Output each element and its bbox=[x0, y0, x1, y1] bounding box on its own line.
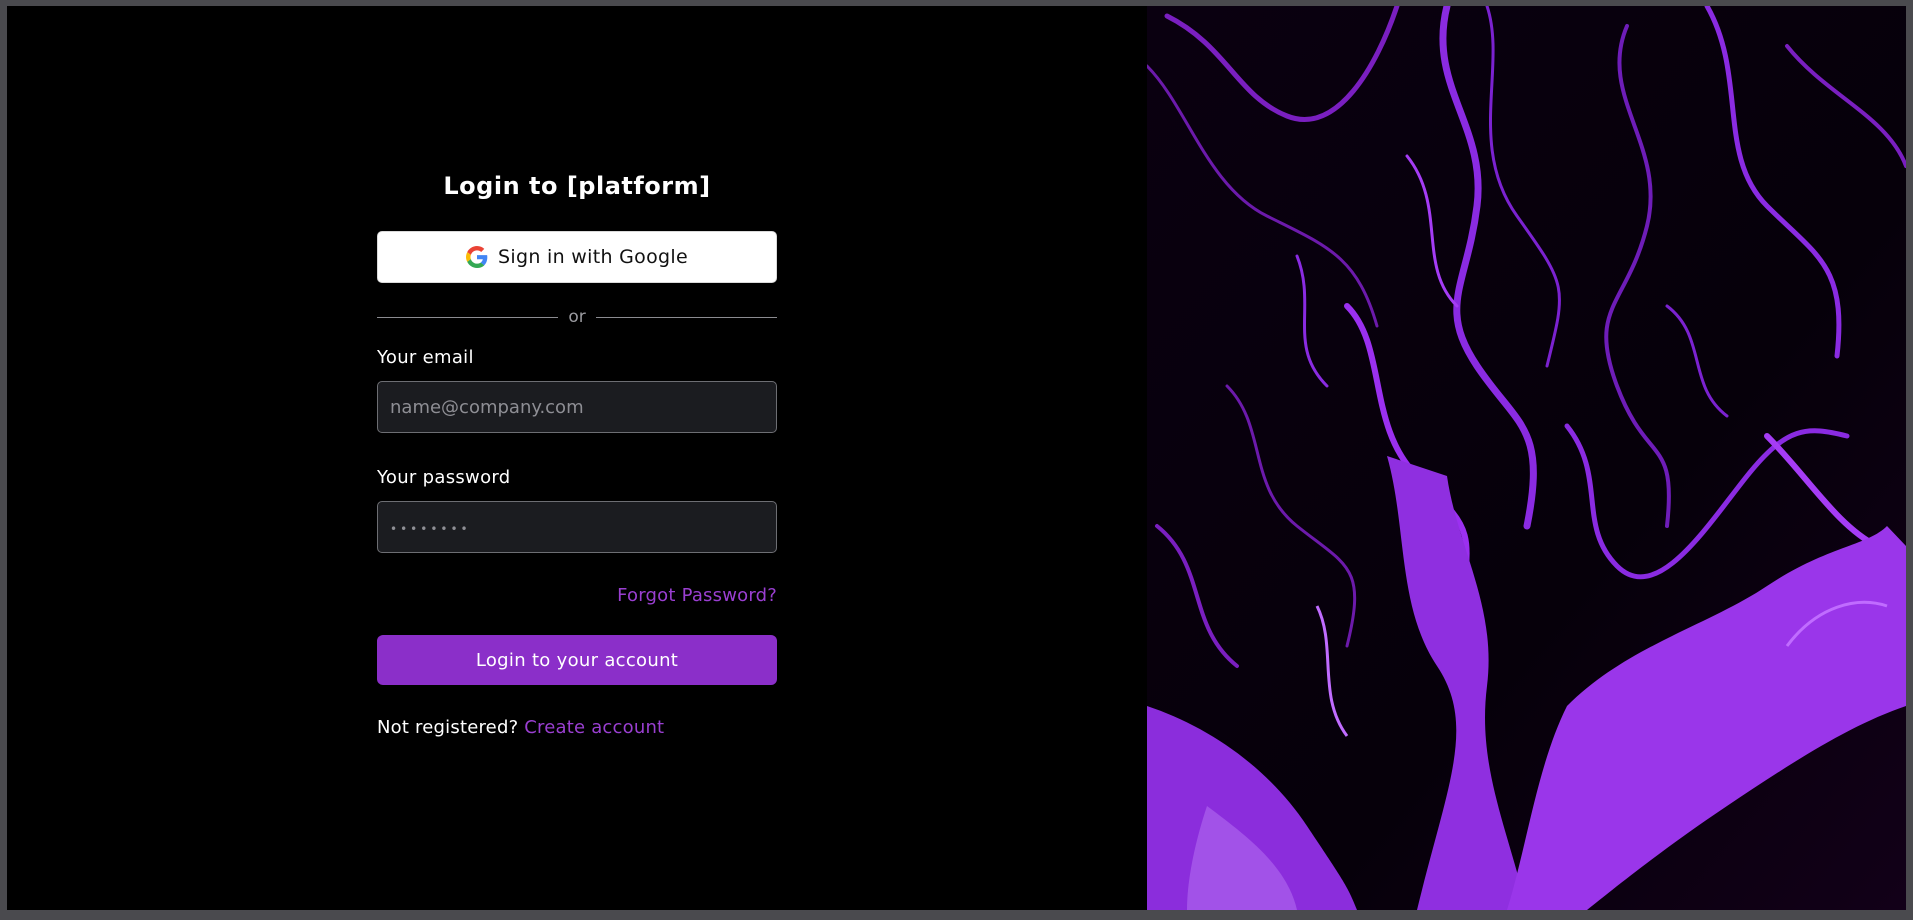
google-signin-label: Sign in with Google bbox=[498, 246, 688, 268]
login-button[interactable]: Login to your account bbox=[377, 635, 777, 685]
side-artwork-image bbox=[1147, 6, 1906, 910]
divider-line-left bbox=[377, 316, 559, 318]
password-label: Your password bbox=[377, 467, 511, 488]
purple-fluid-art bbox=[1147, 6, 1906, 910]
login-pane: Login to [platform] Sign in with Google … bbox=[7, 6, 1147, 910]
divider-text: or bbox=[568, 307, 586, 327]
login-form: Login to [platform] Sign in with Google … bbox=[377, 166, 778, 741]
app-window: Login to [platform] Sign in with Google … bbox=[7, 6, 1906, 910]
forgot-password-row: Forgot Password? bbox=[377, 583, 777, 609]
google-signin-button[interactable]: Sign in with Google bbox=[377, 231, 777, 283]
create-account-link[interactable]: Create account bbox=[524, 717, 664, 738]
google-g-icon bbox=[466, 246, 488, 268]
register-prompt: Not registered? bbox=[377, 717, 519, 738]
password-field[interactable] bbox=[377, 501, 777, 553]
email-label: Your email bbox=[377, 347, 474, 368]
page-title: Login to [platform] bbox=[443, 172, 711, 200]
or-divider: or bbox=[377, 305, 778, 329]
divider-line-right bbox=[595, 316, 778, 318]
register-row: Not registered? Create account bbox=[377, 715, 777, 741]
email-field[interactable] bbox=[377, 381, 777, 433]
forgot-password-link[interactable]: Forgot Password? bbox=[617, 585, 777, 606]
